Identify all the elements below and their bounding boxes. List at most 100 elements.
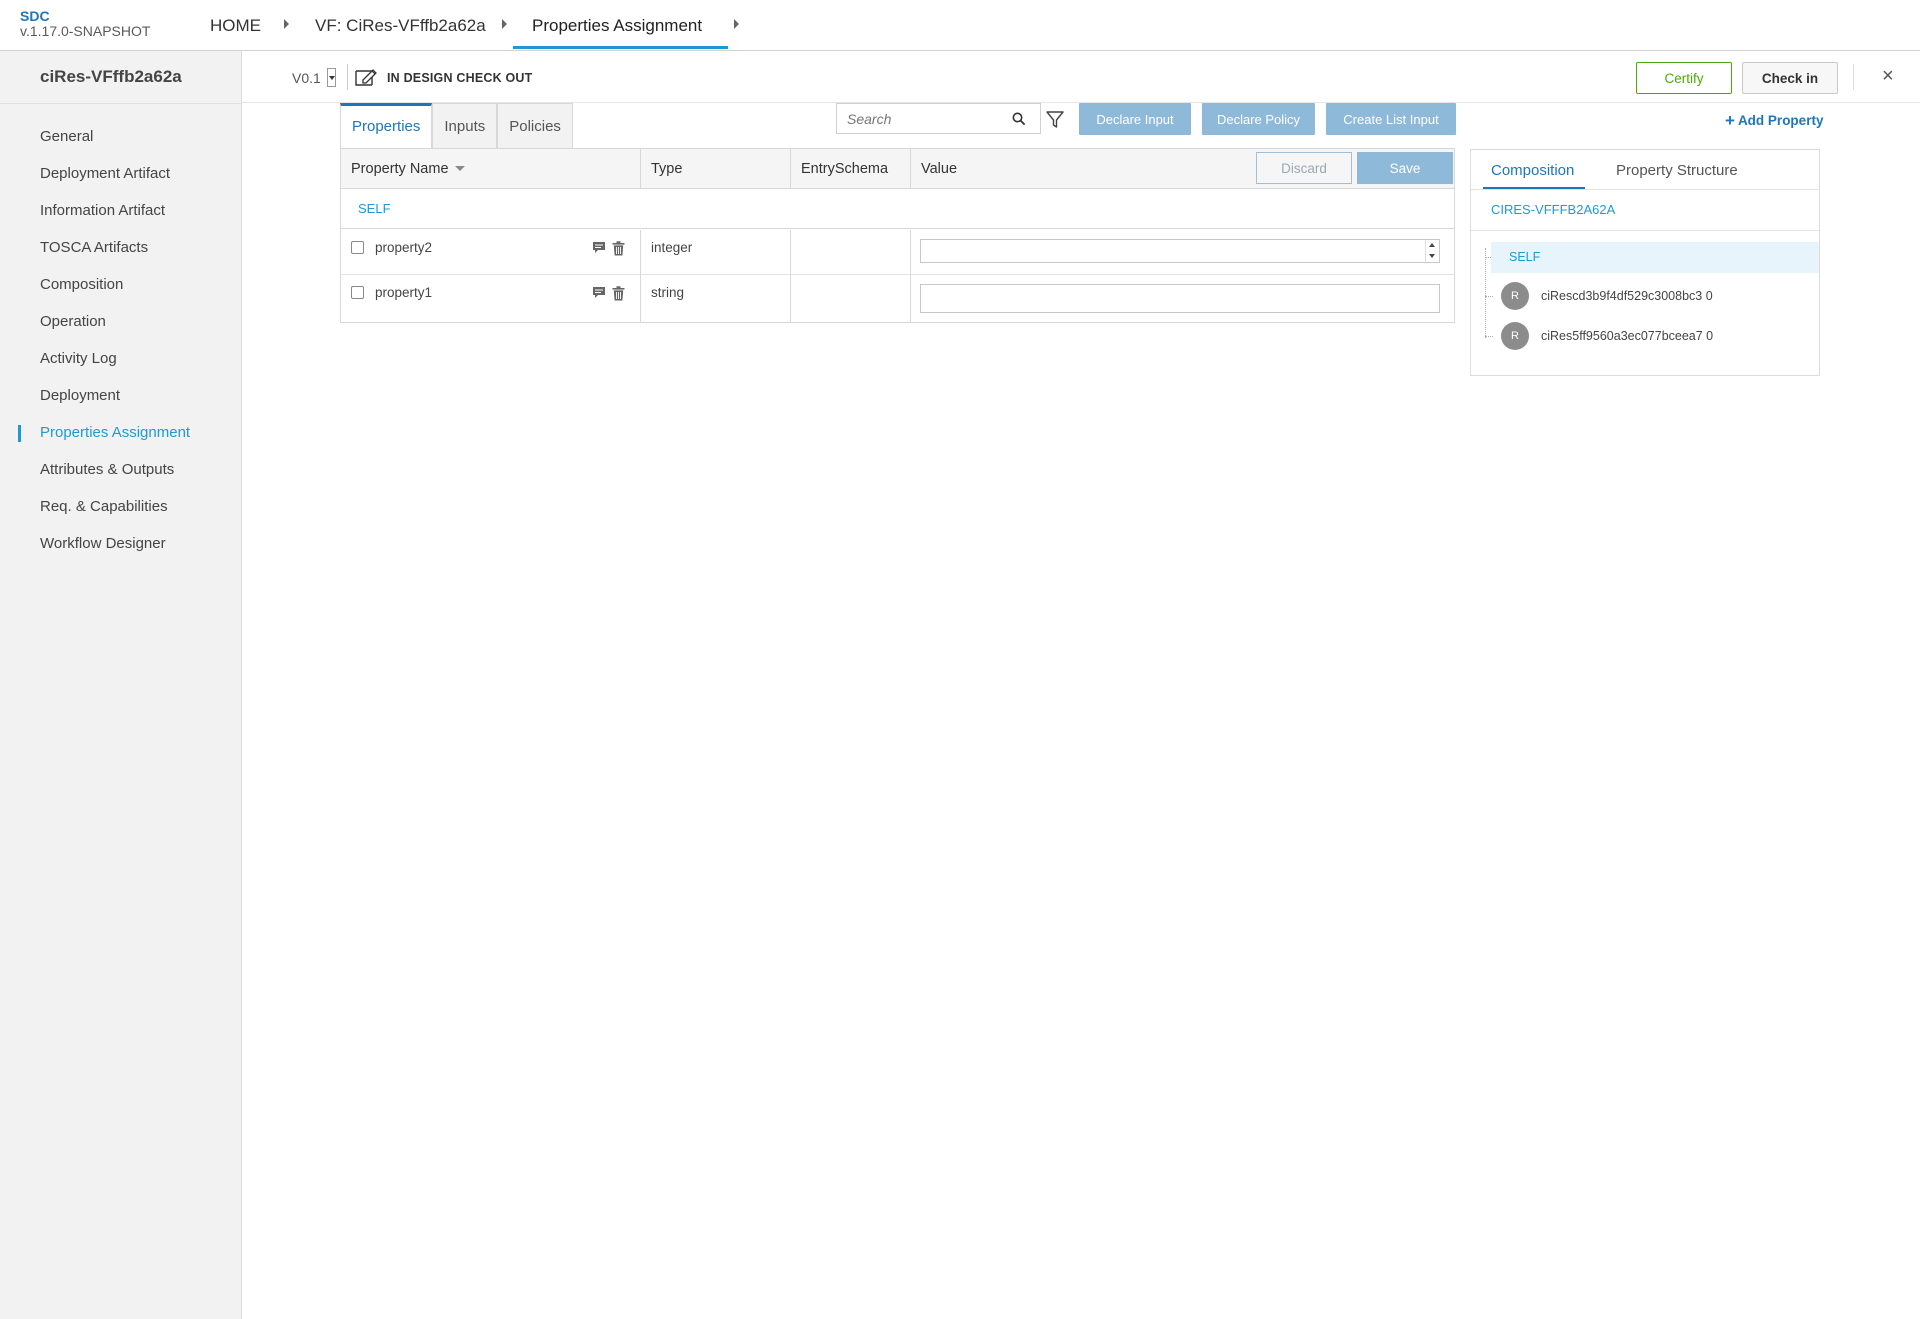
- sidebar-item-req-capabilities[interactable]: Req. & Capabilities: [40, 498, 168, 515]
- tree-connector: [1485, 248, 1486, 338]
- search-input[interactable]: [847, 110, 1007, 128]
- declare-policy-button[interactable]: Declare Policy: [1202, 103, 1315, 135]
- properties-table: Property Name Type EntrySchema Value Dis…: [340, 148, 1455, 323]
- tree-connector: [1485, 296, 1493, 297]
- table-row: property1 string: [341, 275, 1454, 320]
- discard-button[interactable]: Discard: [1256, 152, 1352, 184]
- checkout-edit-icon: [355, 68, 377, 86]
- sidebar-item-activity-log[interactable]: Activity Log: [40, 350, 117, 367]
- tab-property-structure[interactable]: Property Structure: [1616, 162, 1738, 179]
- column-divider: [640, 149, 641, 189]
- tab-policies[interactable]: Policies: [497, 103, 573, 148]
- value-input[interactable]: [920, 239, 1440, 263]
- brand-version: v.1.17.0-SNAPSHOT: [20, 23, 151, 39]
- breadcrumb-separator-icon[interactable]: [734, 19, 739, 29]
- breadcrumb-properties-assignment[interactable]: Properties Assignment: [532, 16, 702, 36]
- sidebar-item-composition[interactable]: Composition: [40, 276, 123, 293]
- divider: [347, 64, 348, 90]
- sidebar-item-properties-assignment[interactable]: Properties Assignment: [40, 424, 190, 441]
- tree-node-self[interactable]: SELF: [1491, 242, 1819, 273]
- sidebar-item-deployment-artifact[interactable]: Deployment Artifact: [40, 165, 170, 182]
- search-box: [836, 103, 1041, 134]
- group-label: SELF: [358, 201, 391, 216]
- table-row: property2 integer: [341, 230, 1454, 275]
- check-in-button[interactable]: Check in: [1742, 62, 1838, 94]
- add-property-button[interactable]: + Add Property: [1725, 111, 1823, 131]
- increment-icon[interactable]: [1429, 243, 1435, 247]
- sidebar-item-general[interactable]: General: [40, 128, 93, 145]
- properties-tabs: Properties Inputs Policies: [340, 103, 573, 148]
- create-list-input-button[interactable]: Create List Input: [1326, 103, 1456, 135]
- filter-icon[interactable]: [1045, 110, 1065, 130]
- delete-icon[interactable]: [612, 241, 625, 256]
- column-divider: [910, 230, 911, 322]
- search-icon[interactable]: [1012, 112, 1026, 126]
- component-name[interactable]: CIRES-VFFFB2A62A: [1491, 202, 1615, 217]
- comment-icon[interactable]: [592, 241, 606, 254]
- column-divider: [910, 149, 911, 189]
- column-type: Type: [651, 161, 683, 177]
- sidebar-item-tosca-artifacts[interactable]: TOSCA Artifacts: [40, 239, 148, 256]
- resource-avatar-icon: R: [1501, 322, 1529, 350]
- save-button[interactable]: Save: [1357, 152, 1453, 184]
- column-divider: [790, 149, 791, 189]
- property-name: property2: [375, 240, 433, 255]
- sub-header: V0.1 IN DESIGN CHECK OUT Certify Check i…: [242, 51, 1920, 103]
- tab-inputs[interactable]: Inputs: [432, 103, 498, 148]
- certify-button[interactable]: Certify: [1636, 62, 1732, 94]
- add-property-label: Add Property: [1737, 113, 1824, 128]
- decrement-icon[interactable]: [1429, 254, 1435, 258]
- sidebar-title: ciRes-VFffb2a62a: [40, 67, 182, 86]
- sidebar-active-marker: [18, 425, 21, 442]
- declare-input-button[interactable]: Declare Input: [1079, 103, 1191, 135]
- sidebar-item-operation[interactable]: Operation: [40, 313, 106, 330]
- sort-icon[interactable]: [454, 166, 465, 171]
- property-type: string: [651, 285, 685, 300]
- plus-icon: +: [1725, 111, 1735, 130]
- sidebar-divider: [0, 103, 242, 104]
- breadcrumb-separator-icon: [284, 19, 289, 29]
- tree-connector: [1485, 336, 1493, 337]
- lifecycle-status: IN DESIGN CHECK OUT: [387, 71, 533, 85]
- sidebar-item-workflow-designer[interactable]: Workflow Designer: [40, 535, 166, 552]
- breadcrumb-separator-icon[interactable]: [502, 19, 507, 29]
- column-value: Value: [921, 161, 958, 177]
- column-divider: [640, 230, 641, 322]
- table-header: Property Name Type EntrySchema Value Dis…: [341, 149, 1454, 189]
- tree-node-label: ciRescd3b9f4df529c3008bc3 0: [1541, 289, 1713, 303]
- column-property-name[interactable]: Property Name: [341, 149, 465, 189]
- column-divider: [790, 230, 791, 322]
- comment-icon[interactable]: [592, 286, 606, 299]
- group-row: SELF: [341, 189, 1454, 229]
- property-name: property1: [375, 285, 433, 300]
- breadcrumb-active-indicator: [513, 46, 728, 49]
- version-label[interactable]: V0.1: [292, 70, 321, 86]
- row-checkbox[interactable]: [351, 286, 364, 299]
- row-checkbox[interactable]: [351, 241, 364, 254]
- sidebar-item-information-artifact[interactable]: Information Artifact: [40, 202, 165, 219]
- sidebar: ciRes-VFffb2a62a General Deployment Arti…: [0, 51, 242, 1319]
- panel-tabs: Composition Property Structure: [1471, 150, 1819, 190]
- tab-composition[interactable]: Composition: [1491, 162, 1574, 179]
- delete-icon[interactable]: [612, 286, 625, 301]
- column-label: Property Name: [351, 161, 449, 177]
- sidebar-item-attributes-outputs[interactable]: Attributes & Outputs: [40, 461, 174, 478]
- resource-avatar-icon: R: [1501, 282, 1529, 310]
- sidebar-item-deployment[interactable]: Deployment: [40, 387, 120, 404]
- close-icon[interactable]: ×: [1882, 65, 1894, 88]
- breadcrumb-vf[interactable]: VF: CiRes-VFffb2a62a: [315, 16, 486, 36]
- column-entry-schema: EntrySchema: [801, 161, 889, 177]
- breadcrumb-home[interactable]: HOME: [210, 16, 261, 36]
- value-input[interactable]: [920, 284, 1440, 313]
- brand[interactable]: SDC v.1.17.0-SNAPSHOT: [20, 9, 150, 39]
- composition-panel: Composition Property Structure CIRES-VFF…: [1470, 149, 1820, 376]
- top-bar: SDC v.1.17.0-SNAPSHOT HOME VF: CiRes-VFf…: [0, 0, 1920, 51]
- property-type: integer: [651, 240, 693, 255]
- active-tab-indicator: [1483, 187, 1585, 189]
- tab-properties[interactable]: Properties: [340, 103, 433, 148]
- divider: [1853, 64, 1854, 90]
- number-spinner[interactable]: [1425, 240, 1439, 262]
- version-dropdown-icon[interactable]: [327, 68, 336, 87]
- divider: [1471, 230, 1819, 231]
- tree-node-label: SELF: [1509, 250, 1541, 264]
